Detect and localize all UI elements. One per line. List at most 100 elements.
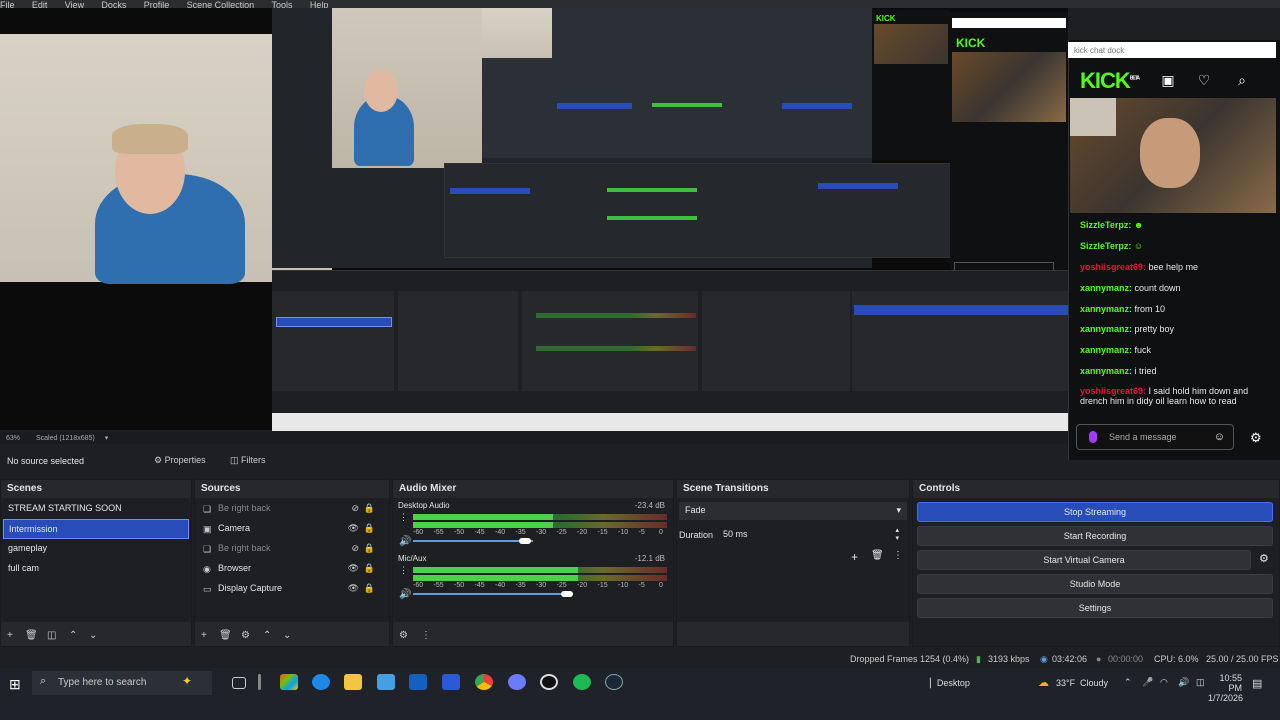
scene-item[interactable]: STREAM STARTING SOON	[3, 499, 189, 519]
trash-icon[interactable]: 🗑	[871, 550, 884, 561]
desktop-toolbar[interactable]: ▏Desktop	[930, 678, 970, 689]
network-icon[interactable]: ◫	[1196, 677, 1205, 688]
gear-icon[interactable]: ⚙	[399, 630, 408, 641]
store-icon[interactable]	[377, 674, 395, 690]
trash-icon[interactable]: 🗑	[219, 630, 232, 641]
add-icon[interactable]: +	[851, 550, 858, 564]
trash-icon[interactable]: 🗑	[25, 630, 38, 641]
add-icon[interactable]: +	[7, 630, 13, 641]
eye-icon[interactable]: 👁	[348, 583, 359, 594]
stream-video[interactable]	[1070, 98, 1276, 213]
menu-profile[interactable]: Profile	[144, 0, 170, 8]
task-view-icon[interactable]	[232, 677, 246, 689]
db-scale-label: -5	[638, 529, 645, 536]
calendar-icon[interactable]: ▣	[1160, 72, 1176, 88]
notification-icon[interactable]: ▤	[1252, 677, 1262, 690]
chevron-down-icon[interactable]: ▾	[105, 435, 109, 442]
studio-mode-button[interactable]: Studio Mode	[917, 574, 1273, 594]
file-explorer-icon[interactable]	[344, 674, 362, 690]
gear-icon[interactable]: ⚙	[1259, 552, 1269, 565]
spinner-icon[interactable]: ▴ ▾	[895, 526, 899, 542]
speaker-icon[interactable]: 🔊	[399, 589, 411, 600]
transition-select[interactable]: Fade ▾	[679, 502, 907, 520]
weather-text[interactable]: Cloudy	[1080, 678, 1108, 688]
edge-icon[interactable]	[312, 674, 330, 690]
visibility-hidden-icon[interactable]: ⊘	[351, 543, 359, 554]
source-item[interactable]: ❏ Be right back ⊘ 🔒	[197, 539, 387, 559]
calendar-app-icon[interactable]	[442, 674, 460, 690]
kick-logo[interactable]: KICKBETA	[1080, 68, 1140, 94]
chat-send-input[interactable]: Send a message ☺	[1076, 424, 1234, 450]
menu-help[interactable]: Help	[310, 0, 329, 8]
kebab-menu-icon[interactable]: ⋮	[421, 630, 431, 641]
kebab-menu-icon[interactable]: ⋮	[893, 550, 903, 561]
weather-temp[interactable]: 33°F	[1056, 678, 1075, 688]
menu-edit[interactable]: Edit	[32, 0, 48, 8]
lock-icon[interactable]: 🔒	[364, 543, 375, 554]
scene-item[interactable]: full cam	[3, 559, 189, 579]
settings-button[interactable]: Settings	[917, 598, 1273, 618]
scene-item[interactable]: gameplay	[3, 539, 189, 559]
kebab-menu-icon[interactable]: ⋮	[399, 565, 408, 576]
lock-icon[interactable]: 🔒	[364, 583, 375, 594]
wifi-icon[interactable]: ◠	[1160, 677, 1168, 688]
search-icon[interactable]: ⌕	[1234, 72, 1250, 88]
lock-icon[interactable]: 🔒	[364, 563, 375, 574]
stop-streaming-button[interactable]: Stop Streaming	[917, 502, 1273, 522]
speaker-icon[interactable]: 🔊	[399, 536, 411, 547]
mail-icon[interactable]	[409, 674, 427, 690]
eye-icon[interactable]: 👁	[348, 523, 359, 534]
spotify-icon[interactable]	[573, 674, 591, 690]
add-icon[interactable]: +	[201, 630, 207, 641]
lock-icon[interactable]: 🔒	[364, 523, 375, 534]
menu-tools[interactable]: Tools	[272, 0, 293, 8]
menu-docks[interactable]: Docks	[101, 0, 126, 8]
start-virtual-camera-button[interactable]: Start Virtual Camera	[917, 550, 1251, 570]
preview-canvas[interactable]: KICK KICK	[0, 8, 1068, 431]
source-item[interactable]: ◉ Browser 👁 🔒	[197, 559, 387, 579]
chrome-icon[interactable]	[475, 674, 493, 690]
start-recording-button[interactable]: Start Recording	[917, 526, 1273, 546]
volume-slider-knob[interactable]	[561, 591, 573, 597]
visibility-hidden-icon[interactable]: ⊘	[351, 503, 359, 514]
lock-icon[interactable]: 🔒	[364, 503, 375, 514]
emote-picker-icon[interactable]: ☺	[1214, 431, 1225, 443]
steam-icon[interactable]	[605, 674, 623, 690]
copilot-icon[interactable]	[280, 674, 298, 690]
properties-button[interactable]: ⚙ Properties	[148, 453, 212, 470]
windows-start-icon[interactable]: ⊞	[9, 676, 21, 693]
down-arrow-icon[interactable]: ⌄	[89, 630, 97, 641]
filter-icon[interactable]: ◫	[47, 630, 56, 641]
volume-slider-track[interactable]	[413, 540, 533, 542]
zoom-level[interactable]: 63%	[6, 435, 20, 442]
volume-slider-track[interactable]	[413, 593, 573, 595]
menu-file[interactable]: File	[0, 0, 15, 8]
mic-icon[interactable]: 🎤	[1142, 677, 1153, 688]
source-item[interactable]: ▭ Display Capture 👁 🔒	[197, 579, 387, 599]
volume-slider-knob[interactable]	[519, 538, 531, 544]
obs-icon[interactable]	[540, 674, 558, 690]
emote-icon: ☺	[1133, 241, 1144, 251]
taskbar-search[interactable]: ⌕ Type here to search ✦	[32, 671, 212, 695]
heart-icon[interactable]: ♡	[1196, 72, 1212, 88]
source-item[interactable]: ▣ Camera 👁 🔒	[197, 519, 387, 539]
kebab-menu-icon[interactable]: ⋮	[399, 512, 408, 523]
filters-button[interactable]: ◫ Filters	[224, 453, 272, 470]
speaker-icon[interactable]: 🔊	[1178, 677, 1189, 688]
gear-icon[interactable]: ⚙	[241, 630, 250, 641]
up-arrow-icon[interactable]: ⌃	[263, 630, 271, 641]
up-arrow-icon[interactable]: ⌃	[69, 630, 77, 641]
mic-icon[interactable]	[1089, 431, 1097, 443]
chevron-up-icon[interactable]: ⌃	[1124, 677, 1132, 688]
menu-view[interactable]: View	[65, 0, 84, 8]
menu-scene-collection[interactable]: Scene Collection	[187, 0, 255, 8]
gear-icon[interactable]: ⚙	[1250, 430, 1262, 446]
down-arrow-icon[interactable]: ⌄	[283, 630, 291, 641]
windows-taskbar: ⊞ ⌕ Type here to search ✦ ▏Desktop ☁ 33°…	[0, 668, 1280, 720]
discord-icon[interactable]	[508, 674, 526, 690]
source-item[interactable]: ❏ Be right back ⊘ 🔒	[197, 499, 387, 519]
clock[interactable]: 10:55 PM 1/7/2026	[1208, 673, 1243, 703]
duration-input[interactable]: 50 ms ▴ ▾	[719, 526, 905, 544]
eye-icon[interactable]: 👁	[348, 563, 359, 574]
scene-item[interactable]: Intermission	[3, 519, 189, 539]
